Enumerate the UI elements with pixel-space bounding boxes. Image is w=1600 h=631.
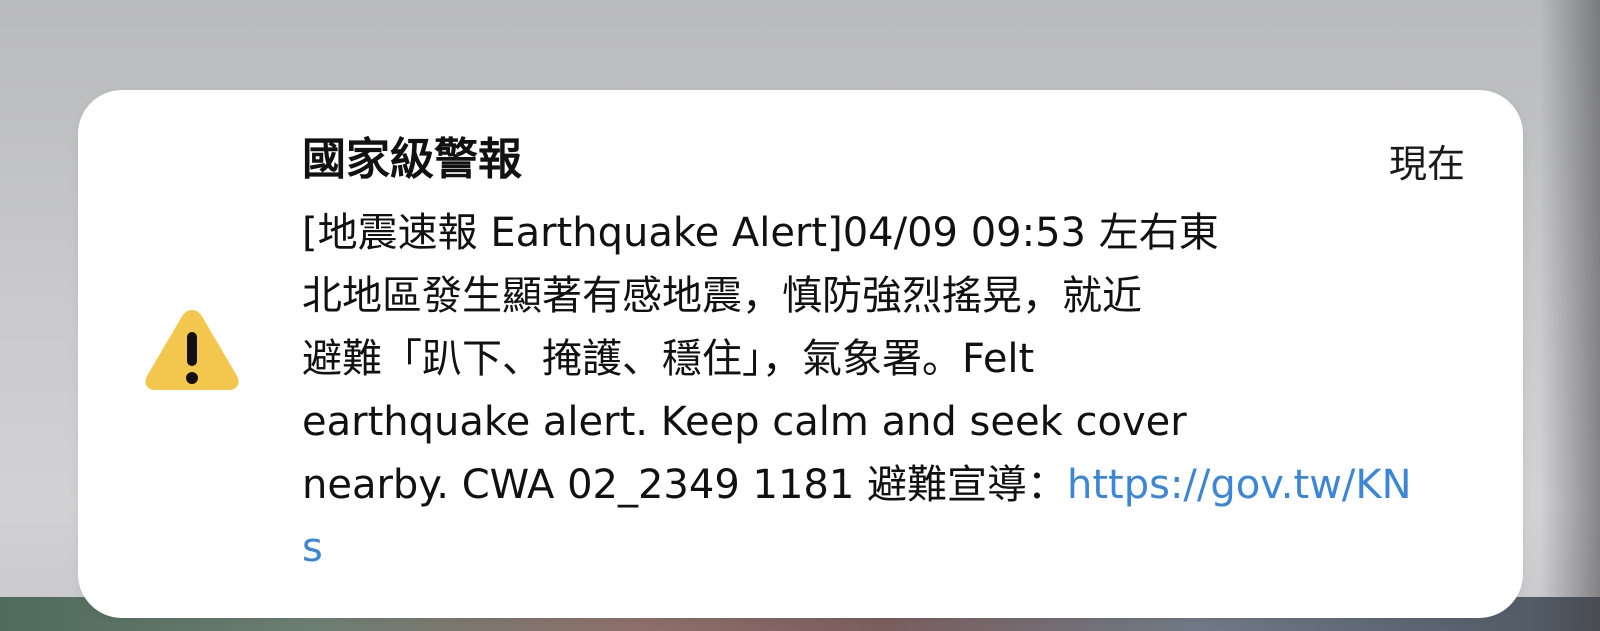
- warning-triangle-icon: [140, 302, 244, 394]
- alert-message-line: nearby. CWA 02_2349 1181 避難宣導：: [302, 462, 1067, 508]
- alert-message: [地震速報 Earthquake Alert]04/09 09:53 左右東 北…: [302, 202, 1422, 580]
- alert-message-line: 北地區發生顯著有感地震，慎防強烈搖晃，就近: [302, 273, 1142, 319]
- alert-title: 國家級警報: [302, 134, 522, 185]
- wallpaper-right-edge: [1540, 0, 1600, 631]
- alert-timestamp: 現在: [1388, 142, 1465, 186]
- alert-message-line: earthquake alert. Keep calm and seek cov…: [302, 399, 1187, 445]
- alert-message-line: 避難「趴下、掩護、穩住」，氣象署。Felt: [302, 336, 1035, 382]
- alert-message-line: [地震速報 Earthquake Alert]04/09 09:53 左右東: [302, 210, 1219, 256]
- emergency-alert-notification[interactable]: 國家級警報 現在 [地震速報 Earthquake Alert]04/09 09…: [78, 90, 1523, 618]
